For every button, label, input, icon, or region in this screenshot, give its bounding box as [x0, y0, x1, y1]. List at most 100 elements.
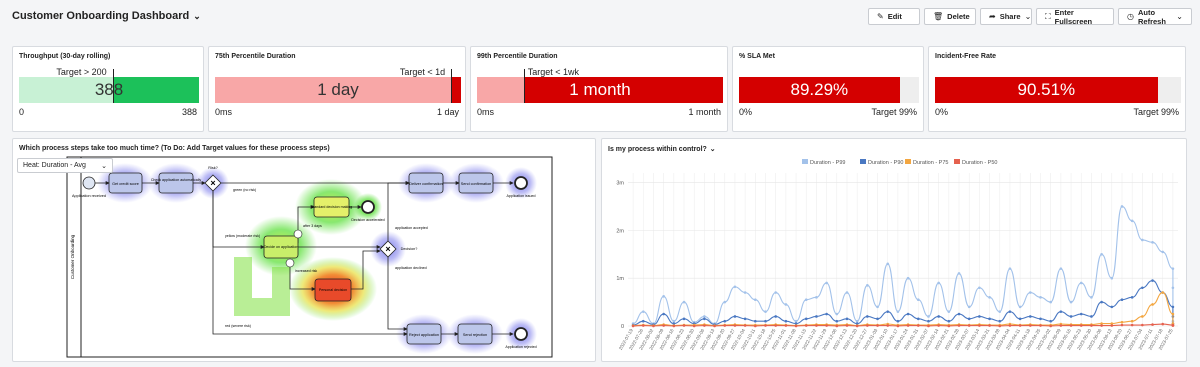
data-point [1079, 281, 1083, 285]
data-point [743, 317, 747, 321]
legend-label: Duration - P50 [962, 160, 997, 166]
legend-label: Duration - P90 [868, 160, 903, 166]
series-line [633, 280, 1174, 326]
data-point [1090, 315, 1093, 318]
data-point [1161, 291, 1165, 294]
task-deliver-confirmation[interactable]: Deliver confirmation [408, 172, 444, 194]
data-point [947, 324, 951, 328]
data-point [937, 315, 940, 318]
dashboard-title[interactable]: Customer Onboarding Dashboard ⌄ [12, 10, 201, 22]
timer-label: after 3 days [303, 224, 322, 228]
data-point [1090, 324, 1093, 327]
task-personal-decision[interactable]: Personal decision [314, 278, 352, 302]
data-point [896, 319, 900, 323]
end-event-accelerated[interactable] [361, 200, 375, 214]
flow-green-label: green (no risk) [233, 188, 256, 192]
data-point [784, 303, 788, 306]
start-event-label: Application received [72, 194, 106, 198]
data-point [916, 317, 920, 321]
kpi-panel: % SLA Met 89.29% 0% Target 99% [732, 46, 924, 132]
kpi-target-label: Target < 1wk [527, 67, 580, 77]
end-rejected-label: Application rejected [505, 345, 536, 349]
flow-yellow-label: yellow (moderate risk) [225, 234, 260, 238]
share-label: Share [999, 12, 1021, 21]
task-check-label: Check application automatically [151, 178, 202, 182]
task-decide-label: Decide on application [264, 245, 298, 249]
gateway-risk-label: Risk? [208, 166, 218, 170]
dashboard-title-text: Customer Onboarding Dashboard [12, 10, 190, 22]
data-point [641, 324, 645, 327]
data-point [743, 324, 747, 327]
share-icon: ➦ [989, 12, 996, 21]
end-event-rejected[interactable] [514, 327, 528, 341]
delete-button[interactable]: 🗑 Delete [924, 8, 976, 25]
y-tick-label: 3m [616, 181, 624, 187]
data-point [1141, 238, 1144, 242]
data-point [692, 324, 696, 328]
data-point [1110, 305, 1114, 309]
data-point [825, 281, 828, 285]
share-button[interactable]: ➦ Share ⌄ [980, 8, 1032, 25]
data-point [703, 315, 706, 318]
kpi-panel: Throughput (30-day rolling) Target > 200 3… [12, 46, 204, 132]
task-send-confirmation[interactable]: Send confirmation [458, 172, 494, 194]
task-send-rejection[interactable]: Send rejection [457, 323, 493, 345]
data-point [662, 312, 665, 316]
data-point [1100, 252, 1103, 256]
kpi-min-label: 0ms [215, 107, 233, 117]
data-point [876, 305, 879, 309]
start-event[interactable] [82, 176, 96, 190]
data-point [815, 296, 818, 299]
delete-label: Delete [947, 12, 970, 21]
data-point [1029, 315, 1032, 318]
data-point [804, 317, 808, 321]
task-get-credit-score[interactable]: Get credit score [108, 172, 143, 194]
data-point [784, 324, 788, 327]
kpi-title: Incident-Free Rate [935, 53, 997, 60]
data-point [1171, 324, 1175, 327]
task-decide-application[interactable]: Decide on application [263, 235, 299, 259]
y-tick-label: 1m [616, 276, 624, 282]
task-reject-application[interactable]: Reject application [406, 323, 442, 345]
edit-button[interactable]: ✎ Edit [868, 8, 920, 25]
data-point [733, 324, 737, 327]
data-point [876, 324, 879, 327]
end-event-issued[interactable] [514, 176, 528, 190]
timer-icon [285, 258, 295, 268]
data-point [967, 305, 971, 309]
task-send-rej-label: Send rejection [463, 333, 487, 337]
data-point [815, 315, 818, 318]
data-point [896, 324, 900, 328]
data-point [723, 319, 727, 323]
legend-swatch [860, 159, 866, 164]
heat-select[interactable]: Heat: Duration - Avg ⌄ [17, 158, 113, 173]
fullscreen-label: Enter Fullscreen [1054, 7, 1093, 26]
kpi-value: 388 [94, 80, 124, 99]
task-deliver-label: Deliver confirmation [409, 182, 443, 186]
series-line [632, 205, 1174, 325]
data-point [1018, 324, 1022, 327]
timer-increased-label: increased risk [295, 269, 317, 273]
data-point [1029, 324, 1032, 327]
data-point [835, 312, 839, 316]
legend-label: Duration - P75 [913, 160, 948, 166]
kpi-max-label: 388 [181, 107, 197, 117]
data-point [866, 324, 869, 327]
task-get-credit-label: Get credit score [112, 182, 139, 186]
data-point [1130, 323, 1134, 327]
kpi-panel: 99th Percentile Duration Target < 1wk 1 mo… [470, 46, 728, 132]
svg-text:×: × [210, 178, 215, 188]
fullscreen-button[interactable]: ⛶ Enter Fullscreen [1036, 7, 1114, 26]
data-point [845, 317, 849, 321]
kpi-max-label: 1 day [436, 107, 459, 117]
task-standard-decision[interactable]: Standard decision making [311, 196, 352, 218]
data-point [1171, 305, 1175, 309]
data-point [988, 324, 991, 327]
data-point [1069, 324, 1073, 327]
line-chart[interactable]: Duration - P99 Duration - P90 Duration - P… [602, 139, 1188, 363]
data-point [1120, 205, 1124, 208]
control-chart-panel: Is my process within control? ⌄ Duration… [601, 138, 1187, 362]
data-point [1069, 300, 1073, 304]
auto-refresh-button[interactable]: ◷ Auto Refresh ⌄ [1118, 8, 1192, 26]
chevron-down-icon: ⌄ [193, 10, 201, 21]
